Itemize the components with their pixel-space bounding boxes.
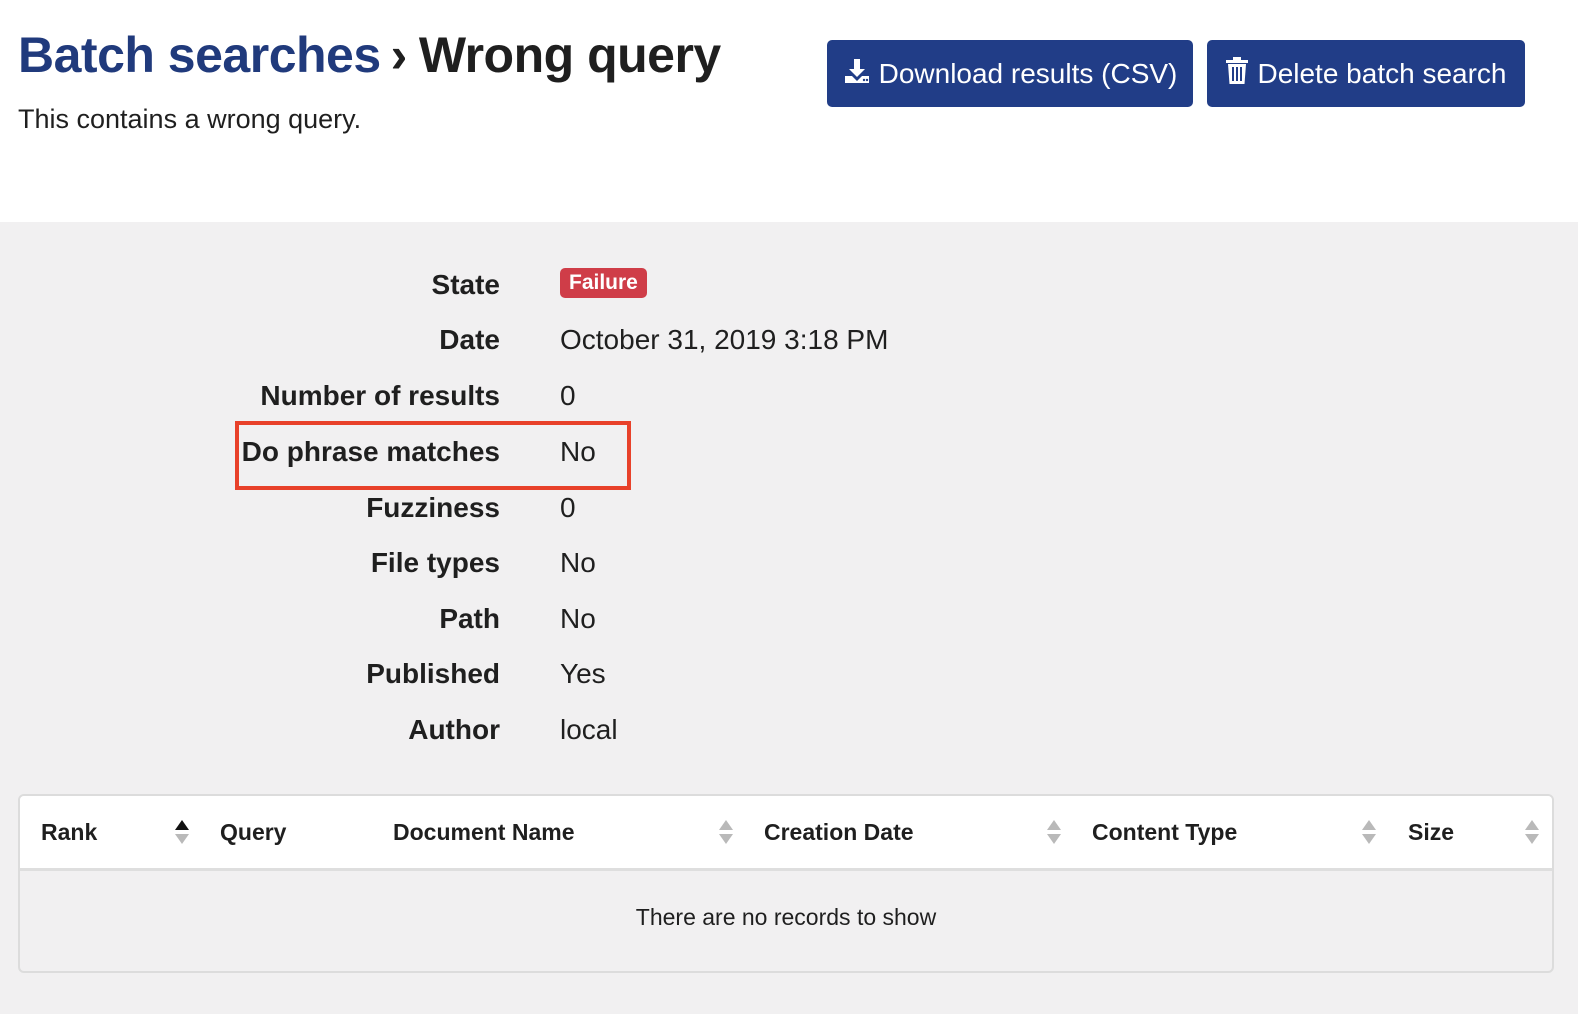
- column-header-size[interactable]: Size: [1408, 816, 1454, 848]
- download-results-button[interactable]: Download results (CSV): [827, 40, 1193, 107]
- page-header: Batch searches › Wrong query This contains…: [0, 0, 1578, 222]
- detail-value-file-types: No: [560, 547, 596, 578]
- detail-row-number-of-results: Number of results 0: [0, 366, 1000, 422]
- detail-row-phrase-matches: Do phrase matches No: [0, 422, 1000, 478]
- detail-row-published: Published Yes: [0, 644, 1000, 700]
- batch-search-name: Wrong query: [418, 27, 721, 83]
- sort-icon[interactable]: [1046, 818, 1062, 846]
- detail-row-fuzziness: Fuzziness 0: [0, 478, 1000, 534]
- batch-search-description: This contains a wrong query.: [18, 104, 362, 134]
- detail-row-state: State Failure: [0, 255, 1000, 311]
- detail-row-path: Path No: [0, 589, 1000, 645]
- detail-value-fuzziness: 0: [560, 492, 576, 523]
- detail-value-phrase-matches: No: [560, 436, 596, 467]
- detail-row-author: Author local: [0, 700, 1000, 756]
- detail-label-fuzziness: Fuzziness: [366, 492, 500, 523]
- sort-ascending-icon[interactable]: [174, 818, 190, 846]
- detail-value-date: October 31, 2019 3:18 PM: [560, 324, 889, 355]
- detail-value-number-of-results: 0: [560, 380, 576, 411]
- breadcrumb-batch-searches-link[interactable]: Batch searches: [18, 27, 381, 83]
- delete-batch-search-button[interactable]: Delete batch search: [1207, 40, 1525, 107]
- column-header-document-name[interactable]: Document Name: [393, 816, 574, 848]
- breadcrumb-separator: ›: [390, 27, 408, 83]
- detail-label-phrase-matches: Do phrase matches: [241, 436, 500, 467]
- detail-row-date: Date October 31, 2019 3:18 PM: [0, 310, 1000, 366]
- detail-value-state: Failure: [560, 262, 647, 298]
- trash-icon: [1225, 56, 1257, 91]
- detail-label-date: Date: [439, 324, 500, 355]
- results-table: Rank Query Document Name Creation Date C…: [18, 794, 1554, 973]
- table-header-row: Rank Query Document Name Creation Date C…: [20, 796, 1552, 871]
- detail-label-published: Published: [366, 658, 500, 689]
- column-header-content-type[interactable]: Content Type: [1092, 816, 1237, 848]
- delete-batch-search-label: Delete batch search: [1257, 57, 1507, 89]
- detail-value-author: local: [560, 714, 618, 745]
- column-header-creation-date[interactable]: Creation Date: [764, 816, 914, 848]
- sort-icon[interactable]: [718, 818, 734, 846]
- detail-label-file-types: File types: [370, 547, 500, 578]
- sort-icon[interactable]: [1361, 818, 1377, 846]
- column-header-rank[interactable]: Rank: [41, 816, 97, 848]
- download-icon: [843, 57, 879, 91]
- detail-label-number-of-results: Number of results: [260, 380, 500, 411]
- detail-row-file-types: File types No: [0, 533, 1000, 589]
- page-title: Batch searches › Wrong query: [18, 22, 721, 88]
- detail-value-path: No: [560, 603, 596, 634]
- detail-label-path: Path: [439, 603, 500, 634]
- status-badge: Failure: [560, 268, 647, 298]
- download-results-label: Download results (CSV): [878, 57, 1178, 89]
- detail-label-author: Author: [408, 714, 500, 745]
- sort-icon[interactable]: [1524, 818, 1540, 846]
- empty-table-message: There are no records to show: [635, 904, 937, 930]
- detail-value-published: Yes: [560, 658, 606, 689]
- detail-label-state: State: [431, 269, 500, 300]
- column-header-query[interactable]: Query: [220, 816, 286, 848]
